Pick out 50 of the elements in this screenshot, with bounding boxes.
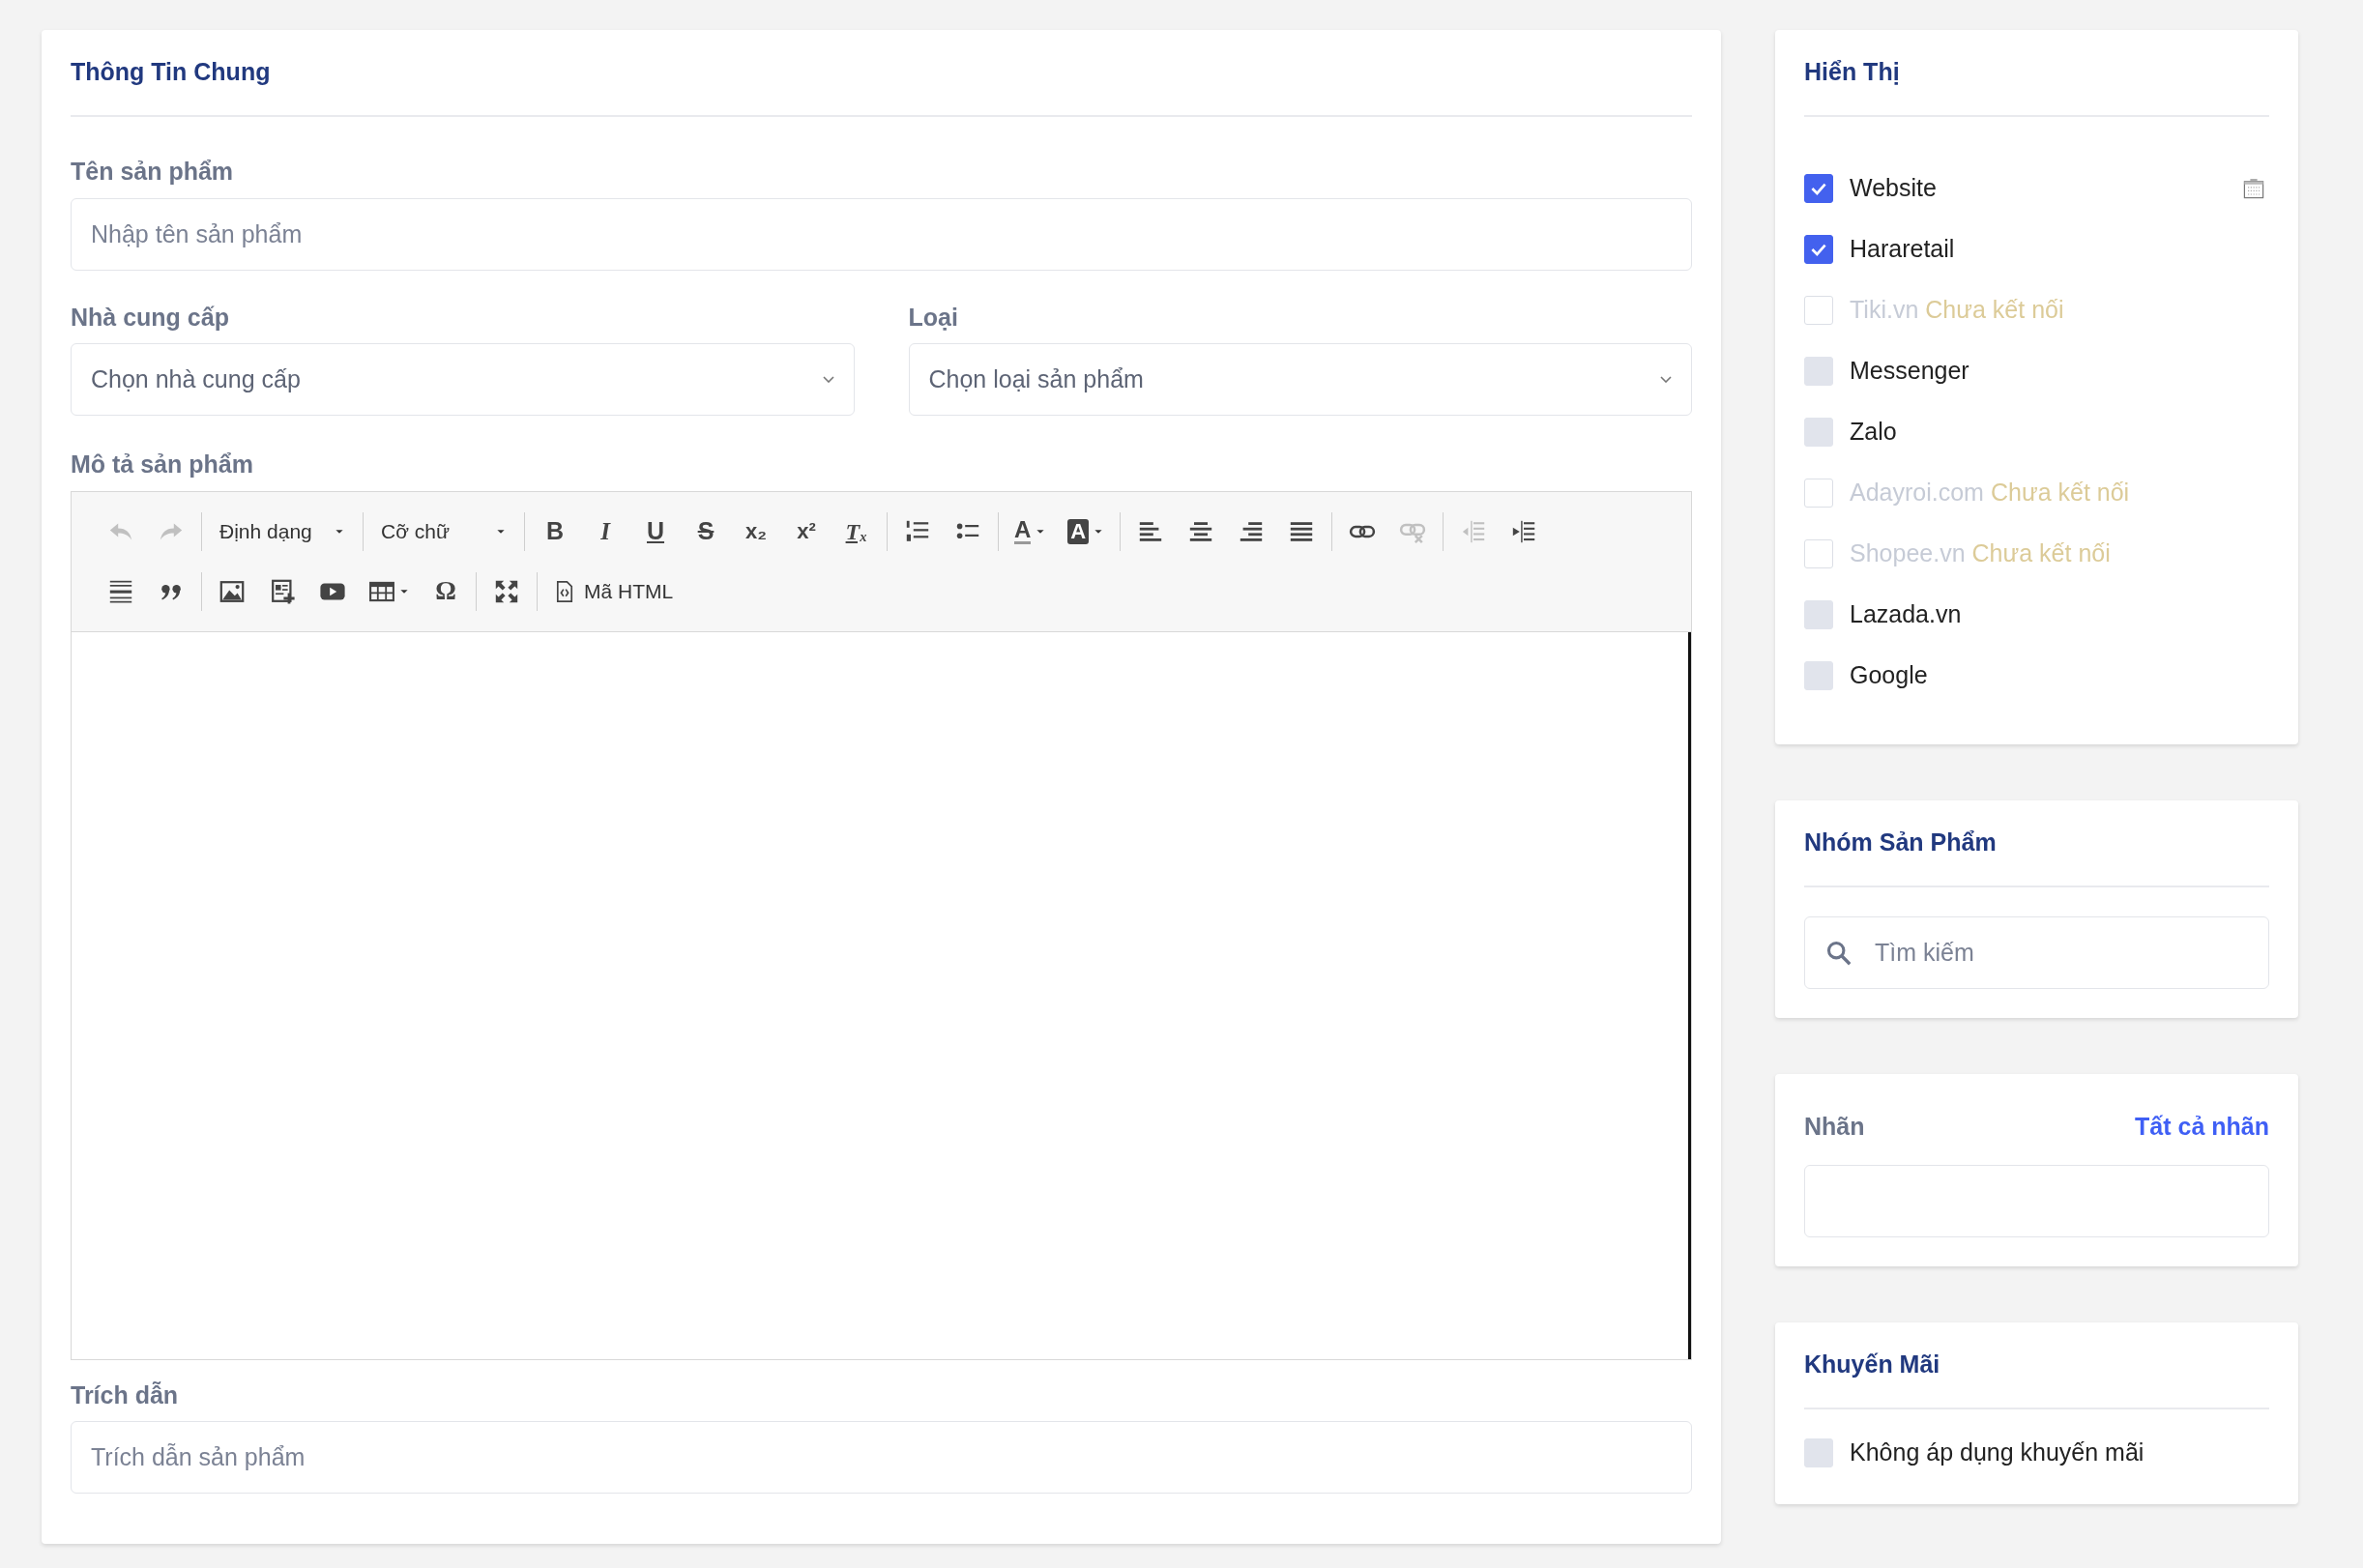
underline-button[interactable]: U [633, 509, 678, 553]
excerpt-field[interactable]: Trích dẫn sản phẩm [71, 1421, 1692, 1494]
section-title: Hiển Thị [1804, 57, 1900, 88]
field-label: Tên sản phẩm [71, 157, 235, 187]
clear-format-button[interactable]: Tₓ [834, 509, 879, 553]
status-note: Chưa kết nối [1925, 294, 2064, 325]
tags-input-field[interactable] [1804, 1165, 2269, 1237]
status-note: Chưa kết nối [1990, 477, 2130, 508]
all-tags-link[interactable]: Tất cả nhãn [2135, 1109, 2269, 1146]
field-label: Loại [908, 302, 959, 333]
chevron-down-icon [1660, 376, 1672, 383]
italic-button[interactable]: I [583, 509, 627, 553]
section-title: Khuyến Mãi [1804, 1350, 1940, 1380]
rich-text-editor[interactable]: Định dạng Cỡ chữ B I U S x₂ x² Tₓ A A Ω Mã HTML [71, 490, 1692, 1360]
field-label: Trích dẫn [71, 1379, 180, 1410]
checkbox[interactable] [1804, 173, 1833, 203]
superscript-button[interactable]: x² [784, 509, 829, 553]
section-title: Thông Tin Chung [71, 57, 271, 88]
field-label: Mô tả sản phẩm [71, 450, 254, 479]
format-dropdown[interactable]: Định dạng [210, 509, 355, 553]
subscript-button[interactable]: x₂ [734, 509, 778, 553]
type-select[interactable]: Chọn loại sản phẩm [908, 343, 1692, 416]
channel-label: Google [1850, 659, 1928, 690]
format-dropdown[interactable]: Cỡ chữ [371, 509, 516, 553]
field-label: Nhà cung cấp [71, 302, 230, 333]
section-title: Nhãn [1804, 1112, 1865, 1143]
supplier-select[interactable]: Chọn nhà cung cấp [71, 343, 855, 416]
document-plus-icon [269, 577, 296, 605]
source-code-button[interactable]: Mã HTML [545, 569, 682, 613]
channel-label: Website [1850, 172, 1937, 203]
channel-label: Lazada.vn [1850, 598, 1962, 629]
bold-button[interactable]: B [533, 509, 577, 553]
search-field[interactable]: Tìm kiếm [1804, 916, 2269, 989]
background-color-button[interactable]: A [1060, 509, 1113, 553]
channel-label: Shopee.vn [1850, 537, 1966, 568]
option-label: Không áp dụng khuyến mãi [1850, 1437, 2144, 1468]
section-title: Nhóm Sản Phẩm [1804, 828, 1997, 858]
product-name-field[interactable]: Nhập tên sản phẩm [71, 197, 1692, 271]
status-note: Chưa kết nối [1971, 537, 2111, 568]
chevron-down-icon [822, 376, 834, 383]
special-character-button[interactable]: Ω [423, 569, 468, 613]
channel-label: Hararetail [1850, 233, 1955, 264]
channel-label: Adayroi.com [1850, 477, 1984, 508]
search-icon [1825, 940, 1852, 967]
channel-label: Tiki.vn [1850, 294, 1919, 325]
text-color-button[interactable]: A [1006, 509, 1055, 553]
checkbox[interactable] [1804, 234, 1833, 264]
channel-label: Messenger [1850, 355, 1969, 386]
channel-label: Zalo [1850, 416, 1897, 447]
strikethrough-button[interactable]: S [684, 509, 728, 553]
